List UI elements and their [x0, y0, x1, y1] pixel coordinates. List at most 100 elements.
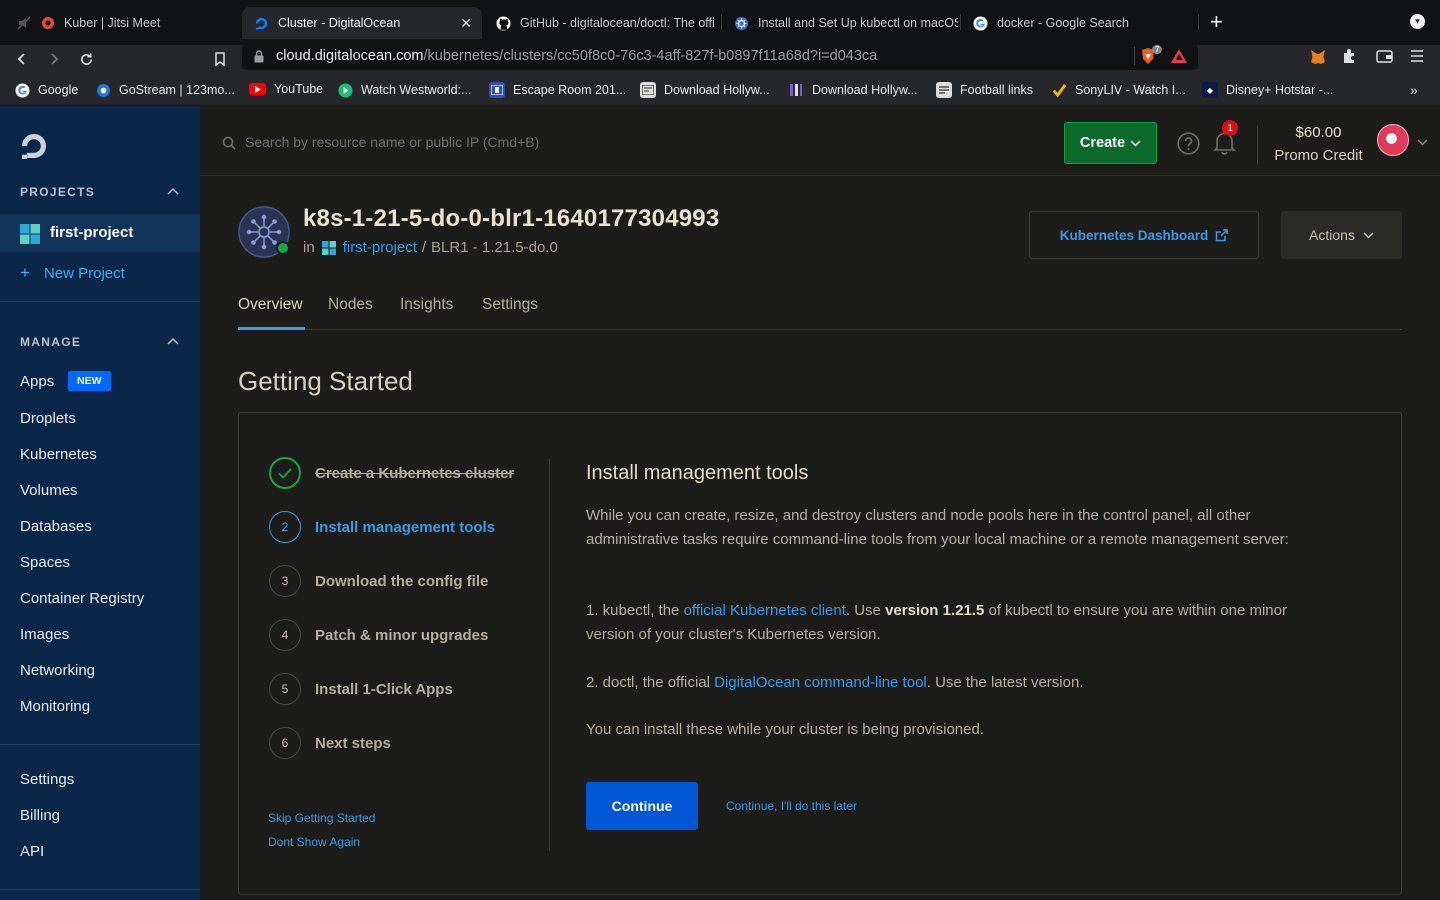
tab-title: docker - Google Search [997, 16, 1130, 30]
sidebar-item-api[interactable]: API [20, 843, 44, 860]
bookmark-escape-room[interactable]: Escape Room 201... [489, 82, 626, 98]
bookmark-icon[interactable] [209, 48, 231, 70]
kubectl-instruction: 1. kubectl, the official Kubernetes clie… [586, 602, 1287, 643]
sidebar-item-droplets[interactable]: Droplets [20, 410, 76, 427]
new-tab-plus-icon[interactable]: + [1210, 10, 1223, 34]
doctl-link[interactable]: DigitalOcean command-line tool [714, 674, 927, 691]
getting-started-card: Create a Kubernetes cluster 2 Install ma… [238, 412, 1402, 895]
bookmark-youtube[interactable]: YouTube [249, 82, 323, 96]
tab-insights[interactable]: Insights [400, 296, 453, 314]
sidebar-item-images[interactable]: Images [20, 626, 69, 643]
sidebar-item-spaces[interactable]: Spaces [20, 554, 70, 571]
sidebar-item-monitoring[interactable]: Monitoring [20, 698, 90, 715]
browser-tab-jitsi[interactable]: Kuber | Jitsi Meet [4, 9, 240, 37]
search-input[interactable] [245, 130, 745, 154]
brave-rewards-icon[interactable] [1171, 49, 1187, 68]
doctl-instruction: 2. doctl, the official DigitalOcean comm… [586, 674, 1084, 691]
kubernetes-icon [734, 16, 749, 31]
bookmark-hotstar[interactable]: ◆ Disney+ Hotstar -... [1202, 82, 1333, 98]
kubernetes-client-link[interactable]: official Kubernetes client [684, 602, 846, 619]
sidebar-item-volumes[interactable]: Volumes [20, 482, 78, 499]
tab-nodes[interactable]: Nodes [328, 296, 373, 314]
page-tabs: Overview Nodes Insights Settings [238, 290, 1402, 330]
avatar[interactable] [1377, 124, 1409, 156]
sidebar-item-first-project[interactable]: first-project [0, 214, 200, 252]
digitalocean-logo-icon[interactable] [19, 131, 49, 166]
app-header: Create 1 $60.00 Promo Credit [200, 106, 1440, 176]
browser-tab-kubectl[interactable]: Install and Set Up kubectl on macOS [722, 9, 958, 37]
continue-later-link[interactable]: Continue, I'll do this later [726, 799, 857, 813]
provision-note: You can install these while your cluster… [586, 721, 985, 738]
bookmark-gostream[interactable]: GoStream | 123mo... [95, 82, 235, 98]
bookmark-download-2[interactable]: Download Hollyw... [788, 82, 918, 98]
step-number: 3 [269, 565, 301, 597]
step-4[interactable]: 4 Patch & minor upgrades [269, 619, 488, 651]
new-badge: NEW [68, 371, 111, 391]
manage-heading: MANAGE [20, 335, 82, 349]
chevron-up-icon[interactable] [166, 187, 180, 195]
url-host: cloud.digitalocean.com [276, 48, 424, 64]
sidebar-item-networking[interactable]: Networking [20, 662, 95, 679]
forward-arrow-icon[interactable] [43, 48, 65, 70]
lock-icon [254, 50, 264, 63]
sidebar-item-kubernetes[interactable]: Kubernetes [20, 446, 97, 463]
bookmark-football[interactable]: Football links [936, 82, 1033, 98]
step-number: 6 [269, 727, 301, 759]
sidebar-item-billing[interactable]: Billing [20, 807, 60, 824]
breadcrumb: in first-project / BLR1 - 1.21.5-do.0 [303, 239, 558, 256]
wallet-icon[interactable] [1376, 49, 1393, 69]
sidebar-item-container-registry[interactable]: Container Registry [20, 590, 144, 607]
reload-icon[interactable] [75, 48, 97, 70]
bookmark-sonyliv[interactable]: SonyLIV - Watch I... [1051, 82, 1186, 98]
link-icon [936, 82, 952, 98]
tab-search-chevron-icon[interactable]: ▾ [1410, 14, 1425, 29]
actions-button[interactable]: Actions [1281, 211, 1402, 259]
step-3[interactable]: 3 Download the config file [269, 565, 488, 597]
metamask-fox-icon[interactable] [1309, 48, 1327, 71]
project-grid-icon [20, 224, 40, 244]
project-link[interactable]: first-project [343, 239, 417, 256]
menu-hamburger-icon[interactable] [1410, 49, 1424, 68]
bookmark-westworld[interactable]: Watch Westworld:... [337, 82, 471, 98]
bookmarks-overflow-icon[interactable]: » [1410, 82, 1418, 98]
step-title: Install management tools [586, 462, 809, 484]
browser-tab-bar: Kuber | Jitsi Meet Cluster - DigitalOcea… [0, 0, 1440, 45]
chevron-down-icon[interactable] [1417, 139, 1428, 146]
skip-getting-started-link[interactable]: Skip Getting Started [268, 811, 375, 825]
extensions-puzzle-icon[interactable] [1342, 48, 1358, 69]
bookmark-google[interactable]: Google [14, 82, 78, 98]
step-number: 5 [269, 673, 301, 705]
browser-tab-digitalocean[interactable]: Cluster - DigitalOcean ✕ [242, 7, 482, 39]
create-button[interactable]: Create [1064, 122, 1157, 164]
browser-tab-google[interactable]: docker - Google Search [961, 9, 1197, 37]
bookmark-download-1[interactable]: Download Hollyw... [640, 82, 770, 98]
step-5[interactable]: 5 Install 1-Click Apps [269, 673, 453, 705]
new-project-link[interactable]: + New Project [20, 263, 125, 283]
projects-heading: PROJECTS [20, 185, 96, 199]
status-indicator [276, 241, 290, 255]
kubernetes-dashboard-button[interactable]: Kubernetes Dashboard [1029, 211, 1259, 259]
chevron-down-icon [1363, 231, 1374, 239]
film-icon [640, 82, 656, 98]
help-icon[interactable] [1177, 132, 1200, 155]
close-tab-icon[interactable]: ✕ [460, 15, 472, 32]
play-icon [337, 82, 353, 98]
tab-settings[interactable]: Settings [482, 296, 538, 314]
sidebar-item-databases[interactable]: Databases [20, 518, 92, 535]
back-arrow-icon[interactable] [11, 48, 33, 70]
brave-shield-icon[interactable]: 7 [1140, 45, 1163, 70]
sidebar-item-apps[interactable]: Apps [20, 373, 54, 390]
step-2[interactable]: 2 Install management tools [269, 511, 495, 543]
tab-overview[interactable]: Overview [238, 296, 303, 314]
dont-show-again-link[interactable]: Dont Show Again [268, 835, 360, 849]
project-name: first-project [50, 224, 134, 241]
gostream-icon [95, 82, 111, 98]
step-6[interactable]: 6 Next steps [269, 727, 391, 759]
browser-tab-github[interactable]: GitHub - digitalocean/doctl: The offi [484, 9, 720, 37]
url-text: cloud.digitalocean.com/kubernetes/cluste… [276, 48, 877, 64]
sidebar-item-settings[interactable]: Settings [20, 771, 74, 788]
continue-button[interactable]: Continue [586, 782, 698, 830]
step-1[interactable]: Create a Kubernetes cluster [269, 457, 514, 489]
address-bar[interactable]: cloud.digitalocean.com/kubernetes/cluste… [242, 44, 1198, 70]
chevron-up-icon[interactable] [166, 337, 180, 345]
